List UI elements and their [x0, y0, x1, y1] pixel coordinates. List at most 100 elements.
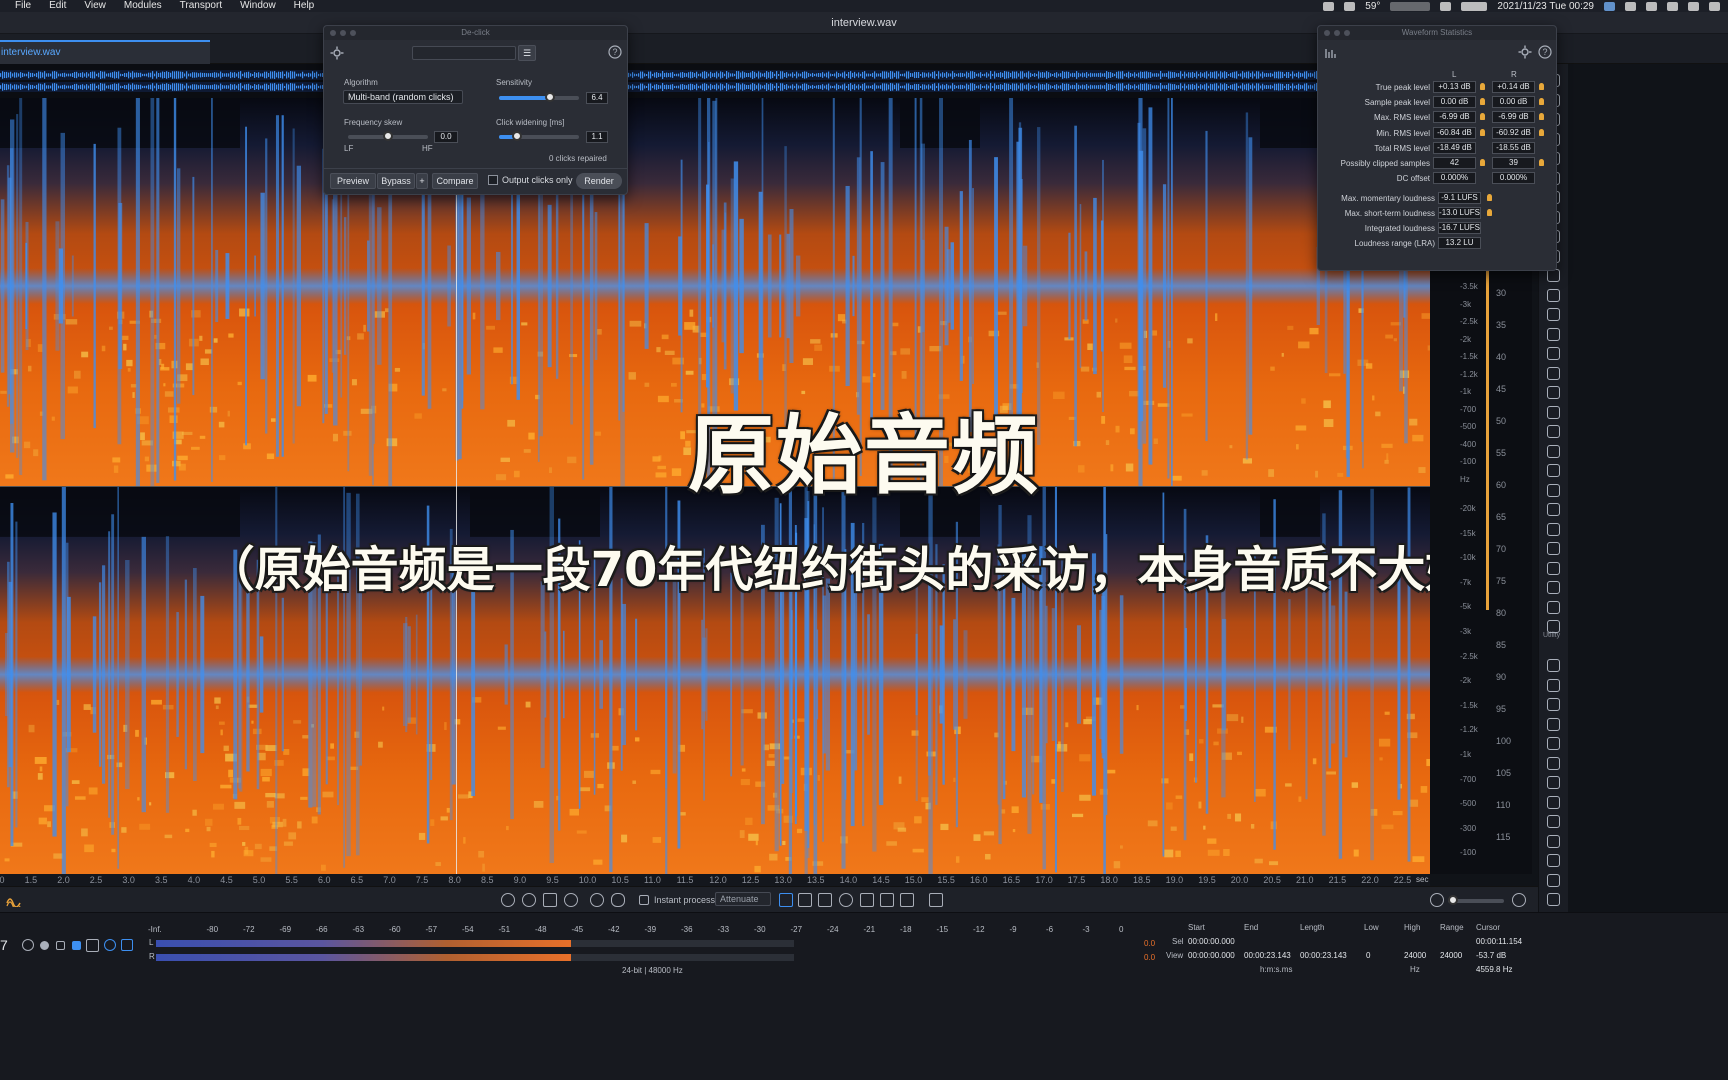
menu-edit[interactable]: Edit — [40, 0, 75, 12]
harmonic-select-icon[interactable] — [900, 893, 914, 907]
time-selection-icon[interactable] — [779, 893, 793, 907]
rewind-icon[interactable] — [56, 941, 65, 950]
menu-view[interactable]: View — [75, 0, 115, 12]
instant-process-mode-select[interactable]: Attenuate — [715, 892, 771, 906]
click-widening-slider[interactable] — [499, 131, 579, 141]
module-icon[interactable] — [1547, 600, 1560, 614]
play-selection-icon[interactable] — [121, 939, 133, 951]
module-icon[interactable] — [1547, 795, 1560, 809]
record-button-icon[interactable] — [40, 941, 49, 950]
record-icon[interactable] — [1323, 1, 1335, 11]
menu-modules[interactable]: Modules — [115, 0, 171, 12]
flag-icon[interactable] — [1667, 1, 1678, 11]
info-high[interactable]: 24000 — [1404, 951, 1426, 960]
sensitivity-slider[interactable] — [499, 92, 579, 102]
menu-transport[interactable]: Transport — [171, 0, 231, 12]
vertical-zoom-slider[interactable] — [1448, 895, 1504, 905]
zoom-selection-icon[interactable] — [543, 893, 557, 907]
help-icon[interactable]: ? — [608, 45, 622, 59]
module-icon[interactable] — [1547, 834, 1560, 848]
headphones-icon[interactable] — [22, 939, 34, 951]
minimize-window-dot[interactable] — [1334, 30, 1340, 36]
info-range[interactable]: 24000 — [1440, 951, 1462, 960]
module-icon[interactable] — [1547, 366, 1560, 380]
frequency-selection-icon[interactable] — [798, 893, 812, 907]
gear-icon[interactable] — [330, 46, 344, 60]
frequency-skew-slider[interactable] — [348, 131, 428, 141]
menu-help[interactable]: Help — [285, 0, 324, 12]
close-window-dot[interactable] — [330, 30, 336, 36]
stop-icon[interactable] — [72, 941, 81, 950]
zoom-window-dot[interactable] — [350, 30, 356, 36]
module-icon[interactable] — [1547, 815, 1560, 828]
module-icon[interactable] — [1547, 561, 1560, 575]
menu-file[interactable]: File — [6, 0, 40, 12]
battery-icon[interactable] — [1461, 1, 1488, 11]
brush-icon[interactable] — [860, 893, 874, 907]
volume-icon[interactable] — [1646, 1, 1657, 11]
zoom-in-vertical-icon[interactable] — [1512, 893, 1526, 907]
module-icon[interactable] — [1547, 854, 1560, 867]
gear-icon[interactable] — [1518, 45, 1532, 59]
close-window-dot[interactable] — [1324, 30, 1330, 36]
play-icon[interactable] — [86, 939, 99, 952]
module-icon[interactable] — [1547, 756, 1560, 770]
zoom-out-vertical-icon[interactable] — [1430, 893, 1444, 907]
lightning-icon[interactable] — [1344, 1, 1356, 11]
module-icon[interactable] — [1547, 717, 1560, 731]
network-graph-icon[interactable] — [1390, 1, 1431, 11]
control-center-icon[interactable] — [1709, 1, 1720, 11]
module-icon[interactable] — [1547, 581, 1560, 594]
info-low[interactable]: 0 — [1366, 951, 1370, 960]
module-icon[interactable] — [1547, 542, 1560, 555]
db-scale[interactable]: 30 35 40 45 50 55 60 65 70 75 80 85 90 95 100 105 110 115 — [1482, 270, 1532, 874]
zoom-fit-icon[interactable] — [564, 893, 578, 907]
lasso-icon[interactable] — [839, 893, 853, 907]
bypass-add-button[interactable]: + — [416, 173, 428, 189]
module-icon[interactable] — [1547, 386, 1560, 399]
pencil-icon[interactable] — [929, 893, 943, 907]
overview-waveform[interactable] — [0, 64, 1318, 98]
module-icon[interactable] — [1547, 444, 1560, 458]
hz-scale[interactable]: -3.5k -3k -2.5k -2k -1.5k -1.2k -1k -700 -500 -40… — [1430, 270, 1482, 874]
click-widening-value[interactable]: 1.1 — [586, 131, 608, 143]
module-icon[interactable] — [1547, 893, 1560, 906]
zoom-in-icon[interactable] — [501, 893, 515, 907]
user-icon[interactable] — [1688, 1, 1699, 11]
render-button[interactable]: Render — [576, 173, 622, 189]
module-icon[interactable] — [1547, 776, 1560, 789]
compare-button[interactable]: Compare — [432, 173, 478, 189]
module-icon[interactable] — [1547, 659, 1560, 672]
module-icon[interactable] — [1547, 308, 1560, 321]
usb-icon[interactable] — [1440, 1, 1452, 11]
preset-menu-button[interactable]: ☰ — [518, 45, 536, 61]
frequency-skew-knob[interactable] — [383, 131, 393, 141]
sensitivity-value[interactable]: 6.4 — [586, 92, 608, 104]
help-icon[interactable]: ? — [1538, 45, 1552, 59]
module-icon[interactable] — [1547, 873, 1560, 887]
loop-icon[interactable] — [104, 939, 116, 951]
zoom-tool-icon[interactable] — [590, 893, 604, 907]
algorithm-select[interactable]: Multi-band (random clicks) — [343, 90, 463, 104]
frequency-skew-value[interactable]: 0.0 — [434, 131, 458, 143]
hand-tool-icon[interactable] — [611, 893, 625, 907]
module-icon[interactable] — [1547, 327, 1560, 341]
module-icon[interactable] — [1547, 425, 1560, 438]
module-icon[interactable] — [1547, 678, 1560, 692]
clock[interactable]: 2021/11/23 Tue 00:29 — [1497, 1, 1594, 12]
info-view-end[interactable]: 00:00:23.143 — [1244, 951, 1291, 960]
wifi-icon[interactable] — [1625, 1, 1636, 11]
info-view-length[interactable]: 00:00:23.143 — [1300, 951, 1347, 960]
instant-process-checkbox[interactable] — [639, 895, 649, 905]
info-sel-start[interactable]: 00:00:00.000 — [1188, 937, 1235, 946]
module-icon[interactable] — [1547, 347, 1560, 360]
module-icon[interactable] — [1547, 698, 1560, 711]
app-icon[interactable] — [1604, 1, 1615, 11]
module-icon[interactable] — [1547, 464, 1560, 477]
minimize-window-dot[interactable] — [340, 30, 346, 36]
module-icon[interactable] — [1547, 522, 1560, 536]
menu-window[interactable]: Window — [231, 0, 285, 12]
zoom-window-dot[interactable] — [1344, 30, 1350, 36]
magic-wand-icon[interactable] — [880, 893, 894, 907]
time-frequency-selection-icon[interactable] — [818, 893, 832, 907]
